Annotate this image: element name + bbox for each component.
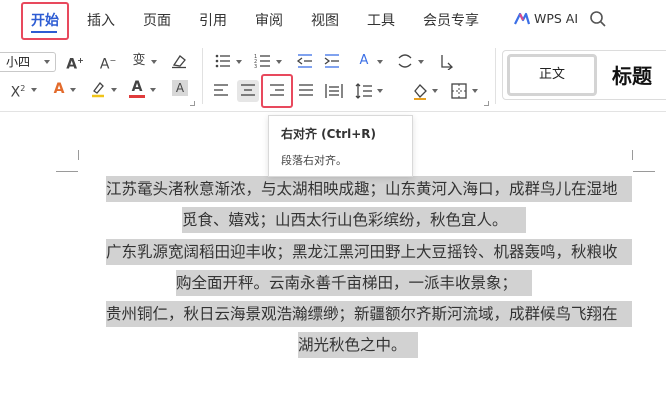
menu-tab-bar: 开始 插入 页面 引用 审阅 视图 工具 会员专享 WPS AI bbox=[0, 0, 666, 40]
tooltip-description: 段落右对齐。 bbox=[281, 154, 347, 167]
tab-page[interactable]: 页面 bbox=[143, 10, 171, 30]
align-left-icon[interactable] bbox=[212, 82, 230, 100]
paragraph-line: 购全面开秤。云南永善千亩梯田，一派丰收景象； bbox=[176, 270, 532, 296]
wps-ai-logo-icon bbox=[514, 11, 531, 25]
numbered-list-icon[interactable]: 123 bbox=[254, 52, 272, 70]
margin-corner-mark bbox=[632, 150, 633, 160]
tab-insert[interactable]: 插入 bbox=[87, 10, 115, 30]
tab-member[interactable]: 会员专享 bbox=[423, 10, 479, 30]
chevron-down-icon[interactable] bbox=[70, 88, 76, 92]
align-center-icon[interactable] bbox=[239, 82, 257, 100]
active-tab-underline bbox=[31, 31, 57, 33]
paragraph-dialog-launcher-icon[interactable] bbox=[484, 101, 489, 106]
paragraph-line: 广东乳源宽阔稻田迎丰收；黑龙江黑河田野上大豆摇铃、机器轰鸣，秋粮收 bbox=[106, 239, 632, 265]
paragraph-line: 江苏鼋头渚秋意渐浓，与太湖相映成趣；山东黄河入海口，成群鸟儿在湿地 bbox=[106, 176, 632, 202]
text-effect-icon[interactable]: A bbox=[50, 80, 68, 98]
tab-reference[interactable]: 引用 bbox=[199, 10, 227, 30]
style-normal-button[interactable]: 正文 bbox=[507, 54, 597, 96]
text-direction-icon[interactable]: A bbox=[354, 52, 374, 70]
align-right-tooltip: 右对齐 (Ctrl+R) 段落右对齐。 bbox=[268, 115, 413, 177]
chevron-down-icon[interactable] bbox=[432, 89, 438, 93]
chevron-down-icon[interactable] bbox=[377, 60, 383, 64]
ribbon-divider bbox=[202, 48, 203, 104]
clear-format-icon[interactable] bbox=[170, 52, 188, 70]
tab-review[interactable]: 审阅 bbox=[255, 10, 283, 30]
tooltip-title: 右对齐 (Ctrl+R) bbox=[281, 127, 377, 141]
chevron-down-icon[interactable] bbox=[276, 60, 282, 64]
style-heading-button[interactable]: 标题 bbox=[612, 60, 652, 89]
paragraph-line: 贵州铜仁，秋日云海景观浩瀚缥缈；新疆额尔齐斯河流域，成群候鸟飞翔在 bbox=[106, 301, 632, 327]
justify-icon[interactable] bbox=[297, 82, 315, 100]
tab-home[interactable]: 开始 bbox=[31, 10, 59, 30]
distribute-icon[interactable] bbox=[325, 82, 343, 100]
margin-corner-mark bbox=[56, 171, 78, 172]
chevron-down-icon[interactable] bbox=[150, 88, 156, 92]
chevron-down-icon[interactable] bbox=[151, 60, 157, 64]
chevron-down-icon bbox=[44, 60, 50, 64]
ribbon-divider bbox=[495, 48, 496, 104]
margin-corner-mark bbox=[78, 150, 79, 160]
char-shading-icon[interactable]: A bbox=[172, 80, 188, 96]
align-right-icon[interactable] bbox=[268, 82, 286, 100]
font-color-icon[interactable]: A bbox=[129, 78, 145, 96]
font-grow-icon[interactable]: A+ bbox=[64, 52, 86, 74]
phonetic-guide-icon[interactable]: 变 bbox=[128, 52, 150, 70]
chevron-down-icon[interactable] bbox=[236, 60, 242, 64]
bullet-list-icon[interactable] bbox=[214, 52, 232, 70]
chevron-down-icon[interactable] bbox=[418, 60, 424, 64]
font-color-bar bbox=[129, 95, 145, 98]
line-spacing-icon[interactable] bbox=[354, 82, 374, 100]
wps-ai-button[interactable]: WPS AI bbox=[534, 11, 578, 26]
increase-indent-icon[interactable] bbox=[323, 52, 341, 70]
paragraph-line: 湖光秋色之中。 bbox=[298, 332, 418, 358]
tab-tools[interactable]: 工具 bbox=[367, 10, 395, 30]
chevron-down-icon[interactable] bbox=[111, 88, 117, 92]
chevron-down-icon[interactable] bbox=[377, 89, 383, 93]
svg-text:3: 3 bbox=[254, 64, 257, 70]
show-marks-icon[interactable] bbox=[438, 52, 456, 70]
superscript-icon[interactable]: X2 bbox=[8, 80, 28, 102]
font-size-value: 小四 bbox=[6, 55, 31, 69]
highlight-icon[interactable] bbox=[89, 80, 107, 98]
chevron-down-icon[interactable] bbox=[31, 88, 37, 92]
shading-icon[interactable] bbox=[411, 82, 429, 100]
chevron-down-icon[interactable] bbox=[472, 89, 478, 93]
sort-icon[interactable] bbox=[396, 52, 414, 70]
margin-corner-mark bbox=[633, 171, 655, 172]
font-shrink-icon[interactable]: A− bbox=[97, 52, 119, 74]
font-size-select[interactable]: 小四 bbox=[0, 52, 56, 72]
tab-view[interactable]: 视图 bbox=[311, 10, 339, 30]
border-icon[interactable] bbox=[450, 82, 468, 100]
paragraph-line: 觅食、嬉戏；山西太行山色彩缤纷，秋色宜人。 bbox=[182, 207, 526, 233]
decrease-indent-icon[interactable] bbox=[296, 52, 314, 70]
font-dialog-launcher-icon[interactable] bbox=[190, 101, 195, 106]
search-icon[interactable] bbox=[589, 10, 607, 28]
